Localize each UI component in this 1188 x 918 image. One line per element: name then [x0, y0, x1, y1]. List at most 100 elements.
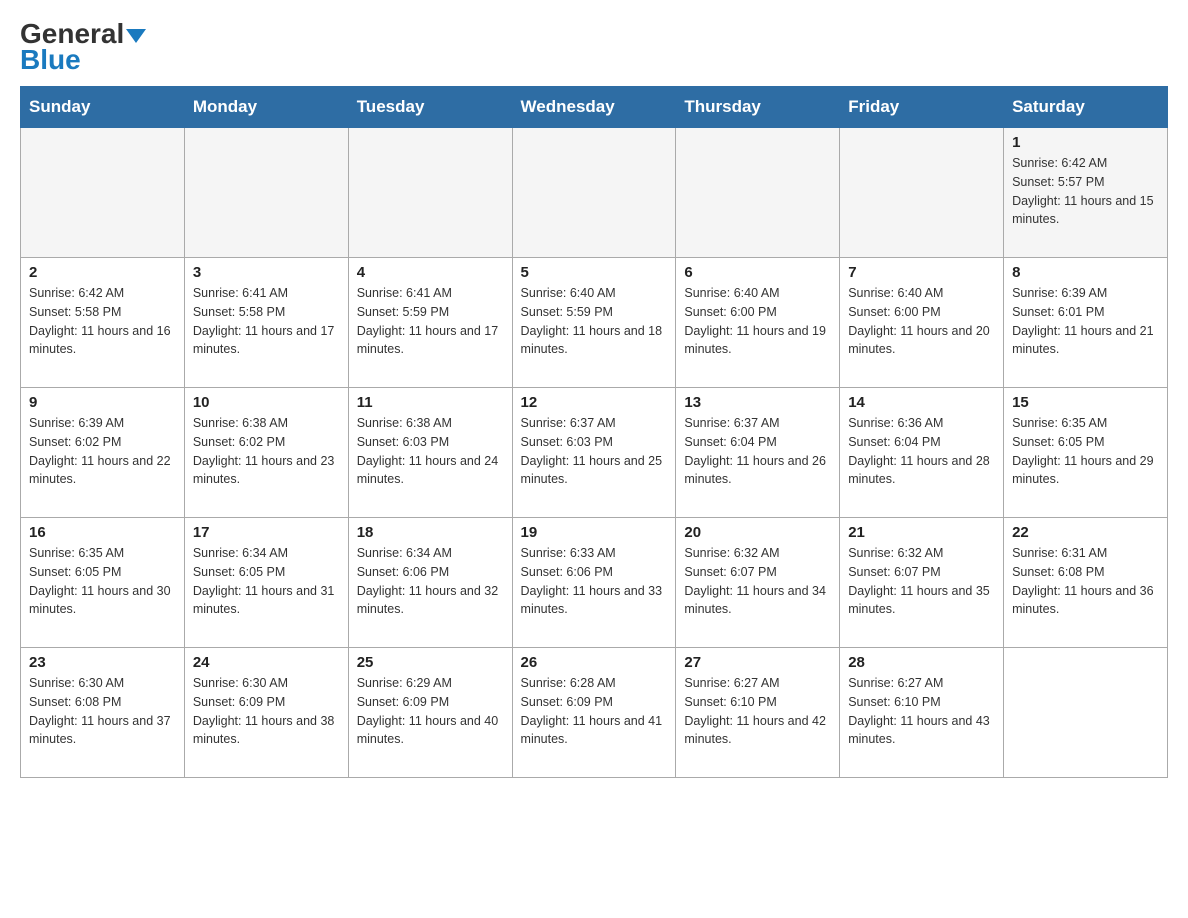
- logo: General Blue: [20, 20, 146, 76]
- day-number: 4: [357, 264, 504, 281]
- day-info: Sunrise: 6:32 AMSunset: 6:07 PMDaylight:…: [684, 544, 831, 619]
- day-number: 10: [193, 394, 340, 411]
- day-number: 6: [684, 264, 831, 281]
- day-info: Sunrise: 6:35 AMSunset: 6:05 PMDaylight:…: [29, 544, 176, 619]
- day-info: Sunrise: 6:30 AMSunset: 6:08 PMDaylight:…: [29, 674, 176, 749]
- day-info: Sunrise: 6:38 AMSunset: 6:02 PMDaylight:…: [193, 414, 340, 489]
- day-info: Sunrise: 6:42 AMSunset: 5:57 PMDaylight:…: [1012, 154, 1159, 229]
- day-info: Sunrise: 6:41 AMSunset: 5:58 PMDaylight:…: [193, 284, 340, 359]
- calendar-week-row: 16 Sunrise: 6:35 AMSunset: 6:05 PMDayligh…: [21, 518, 1168, 648]
- day-number: 24: [193, 654, 340, 671]
- day-info: Sunrise: 6:39 AMSunset: 6:02 PMDaylight:…: [29, 414, 176, 489]
- calendar-cell: 16 Sunrise: 6:35 AMSunset: 6:05 PMDayligh…: [21, 518, 185, 648]
- day-number: 22: [1012, 524, 1159, 541]
- day-info: Sunrise: 6:29 AMSunset: 6:09 PMDaylight:…: [357, 674, 504, 749]
- day-number: 7: [848, 264, 995, 281]
- day-header-sunday: Sunday: [21, 87, 185, 128]
- day-info: Sunrise: 6:31 AMSunset: 6:08 PMDaylight:…: [1012, 544, 1159, 619]
- calendar-cell: 15 Sunrise: 6:35 AMSunset: 6:05 PMDayligh…: [1004, 388, 1168, 518]
- calendar-week-row: 2 Sunrise: 6:42 AMSunset: 5:58 PMDaylight…: [21, 258, 1168, 388]
- day-info: Sunrise: 6:40 AMSunset: 5:59 PMDaylight:…: [521, 284, 668, 359]
- day-number: 13: [684, 394, 831, 411]
- calendar-header-row: SundayMondayTuesdayWednesdayThursdayFrid…: [21, 87, 1168, 128]
- day-info: Sunrise: 6:40 AMSunset: 6:00 PMDaylight:…: [848, 284, 995, 359]
- day-header-monday: Monday: [184, 87, 348, 128]
- day-header-wednesday: Wednesday: [512, 87, 676, 128]
- day-info: Sunrise: 6:30 AMSunset: 6:09 PMDaylight:…: [193, 674, 340, 749]
- day-info: Sunrise: 6:40 AMSunset: 6:00 PMDaylight:…: [684, 284, 831, 359]
- calendar-cell: 9 Sunrise: 6:39 AMSunset: 6:02 PMDaylight…: [21, 388, 185, 518]
- calendar-cell: 28Sunrise: 6:27 AMSunset: 6:10 PMDayligh…: [840, 648, 1004, 778]
- day-header-tuesday: Tuesday: [348, 87, 512, 128]
- calendar-cell: 8 Sunrise: 6:39 AMSunset: 6:01 PMDaylight…: [1004, 258, 1168, 388]
- calendar-cell: 20 Sunrise: 6:32 AMSunset: 6:07 PMDayligh…: [676, 518, 840, 648]
- day-number: 18: [357, 524, 504, 541]
- day-info: Sunrise: 6:42 AMSunset: 5:58 PMDaylight:…: [29, 284, 176, 359]
- day-info: Sunrise: 6:35 AMSunset: 6:05 PMDaylight:…: [1012, 414, 1159, 489]
- day-number: 25: [357, 654, 504, 671]
- calendar-cell: 12 Sunrise: 6:37 AMSunset: 6:03 PMDayligh…: [512, 388, 676, 518]
- calendar-week-row: 1 Sunrise: 6:42 AMSunset: 5:57 PMDaylight…: [21, 128, 1168, 258]
- calendar-cell: 11 Sunrise: 6:38 AMSunset: 6:03 PMDayligh…: [348, 388, 512, 518]
- calendar-cell: [676, 128, 840, 258]
- page-header: General Blue: [20, 20, 1168, 76]
- calendar-cell: 24 Sunrise: 6:30 AMSunset: 6:09 PMDayligh…: [184, 648, 348, 778]
- day-number: 23: [29, 654, 176, 671]
- logo-part2: Blue: [20, 44, 81, 76]
- day-number: 27: [684, 654, 831, 671]
- calendar-cell: [840, 128, 1004, 258]
- calendar-cell: 10 Sunrise: 6:38 AMSunset: 6:02 PMDayligh…: [184, 388, 348, 518]
- calendar-cell: [1004, 648, 1168, 778]
- day-number: 14: [848, 394, 995, 411]
- day-info: Sunrise: 6:37 AMSunset: 6:04 PMDaylight:…: [684, 414, 831, 489]
- day-number: 5: [521, 264, 668, 281]
- calendar-cell: 3 Sunrise: 6:41 AMSunset: 5:58 PMDaylight…: [184, 258, 348, 388]
- calendar-cell: 21Sunrise: 6:32 AMSunset: 6:07 PMDayligh…: [840, 518, 1004, 648]
- day-info: Sunrise: 6:33 AMSunset: 6:06 PMDaylight:…: [521, 544, 668, 619]
- day-number: 20: [684, 524, 831, 541]
- calendar-cell: 4 Sunrise: 6:41 AMSunset: 5:59 PMDaylight…: [348, 258, 512, 388]
- calendar-cell: 17 Sunrise: 6:34 AMSunset: 6:05 PMDayligh…: [184, 518, 348, 648]
- calendar-cell: [21, 128, 185, 258]
- day-info: Sunrise: 6:32 AMSunset: 6:07 PMDaylight:…: [848, 544, 995, 619]
- day-header-friday: Friday: [840, 87, 1004, 128]
- day-number: 1: [1012, 134, 1159, 151]
- calendar-cell: [348, 128, 512, 258]
- day-info: Sunrise: 6:27 AMSunset: 6:10 PMDaylight:…: [684, 674, 831, 749]
- calendar-cell: 6 Sunrise: 6:40 AMSunset: 6:00 PMDaylight…: [676, 258, 840, 388]
- calendar-cell: [184, 128, 348, 258]
- day-number: 17: [193, 524, 340, 541]
- day-info: Sunrise: 6:37 AMSunset: 6:03 PMDaylight:…: [521, 414, 668, 489]
- day-number: 15: [1012, 394, 1159, 411]
- day-info: Sunrise: 6:34 AMSunset: 6:06 PMDaylight:…: [357, 544, 504, 619]
- day-number: 19: [521, 524, 668, 541]
- calendar-cell: 22 Sunrise: 6:31 AMSunset: 6:08 PMDayligh…: [1004, 518, 1168, 648]
- day-info: Sunrise: 6:36 AMSunset: 6:04 PMDaylight:…: [848, 414, 995, 489]
- day-number: 3: [193, 264, 340, 281]
- calendar-cell: 14 Sunrise: 6:36 AMSunset: 6:04 PMDayligh…: [840, 388, 1004, 518]
- day-number: 2: [29, 264, 176, 281]
- calendar-cell: 1 Sunrise: 6:42 AMSunset: 5:57 PMDaylight…: [1004, 128, 1168, 258]
- calendar-week-row: 9 Sunrise: 6:39 AMSunset: 6:02 PMDaylight…: [21, 388, 1168, 518]
- logo-triangle-icon: [126, 29, 146, 43]
- day-header-thursday: Thursday: [676, 87, 840, 128]
- day-number: 12: [521, 394, 668, 411]
- day-number: 16: [29, 524, 176, 541]
- day-number: 9: [29, 394, 176, 411]
- day-number: 8: [1012, 264, 1159, 281]
- calendar-cell: 25 Sunrise: 6:29 AMSunset: 6:09 PMDayligh…: [348, 648, 512, 778]
- day-info: Sunrise: 6:38 AMSunset: 6:03 PMDaylight:…: [357, 414, 504, 489]
- calendar-cell: 23 Sunrise: 6:30 AMSunset: 6:08 PMDayligh…: [21, 648, 185, 778]
- day-info: Sunrise: 6:41 AMSunset: 5:59 PMDaylight:…: [357, 284, 504, 359]
- day-info: Sunrise: 6:39 AMSunset: 6:01 PMDaylight:…: [1012, 284, 1159, 359]
- day-info: Sunrise: 6:34 AMSunset: 6:05 PMDaylight:…: [193, 544, 340, 619]
- day-info: Sunrise: 6:28 AMSunset: 6:09 PMDaylight:…: [521, 674, 668, 749]
- calendar-cell: 7 Sunrise: 6:40 AMSunset: 6:00 PMDaylight…: [840, 258, 1004, 388]
- calendar-cell: 18 Sunrise: 6:34 AMSunset: 6:06 PMDayligh…: [348, 518, 512, 648]
- calendar-cell: 2 Sunrise: 6:42 AMSunset: 5:58 PMDaylight…: [21, 258, 185, 388]
- day-number: 28: [848, 654, 995, 671]
- day-number: 11: [357, 394, 504, 411]
- calendar-cell: 27 Sunrise: 6:27 AMSunset: 6:10 PMDayligh…: [676, 648, 840, 778]
- day-header-saturday: Saturday: [1004, 87, 1168, 128]
- calendar-cell: 5 Sunrise: 6:40 AMSunset: 5:59 PMDaylight…: [512, 258, 676, 388]
